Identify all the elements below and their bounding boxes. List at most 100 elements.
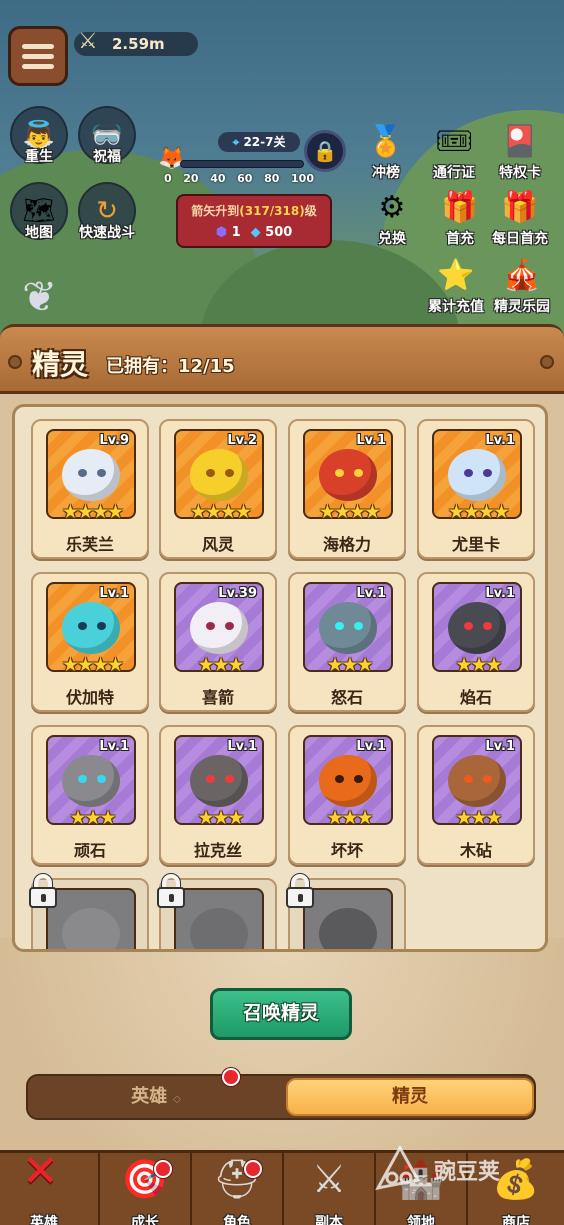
spirit-level: Lv.1	[485, 586, 515, 601]
boss-lock-button[interactable]: 🔒	[304, 130, 346, 172]
first-recharge-label: 首充	[446, 231, 474, 247]
spirit-stars: ★★★	[326, 807, 373, 829]
spirit-card[interactable]: Lv.1 ★★★ 焰石	[417, 572, 535, 712]
spirit-card[interactable]: Lv.1 ★★★★ 伏加特	[31, 572, 149, 712]
spirit-name: 尤里卡	[451, 535, 500, 554]
spirit-eyes	[206, 622, 234, 630]
locked-spirit-card[interactable]	[157, 873, 277, 949]
spirit-card[interactable]: Lv.1 ★★★ 木砧	[417, 725, 535, 865]
ranking-label: 冲榜	[372, 165, 400, 181]
ranking-button[interactable]: 🏅 冲榜	[364, 122, 408, 182]
spirit-park-icon: 🎪	[503, 258, 541, 293]
spirit-card[interactable]: Lv.1 ★★★ 怒石	[288, 572, 406, 712]
spirit-card[interactable]: Lv.1 ★★★ 坏坏	[288, 725, 406, 865]
tab-hero-label: 英雄	[131, 1086, 168, 1107]
spirit-level: Lv.39	[218, 586, 257, 601]
lock-icon: 🔒	[312, 139, 338, 163]
spirit-card[interactable]: Lv.1 ★★★★ 海格力	[288, 419, 406, 559]
winged-emblem-icon: ❦	[22, 272, 58, 321]
spirit-stars: ★★★★	[318, 501, 381, 523]
nav-dungeon[interactable]: ⚔ 副本	[282, 1150, 374, 1225]
locked-spirit-card[interactable]	[286, 873, 406, 949]
spirit-name: 伏加特	[65, 688, 114, 707]
diamond-icon: ◇	[173, 1094, 181, 1105]
spirit-name: 顽石	[73, 841, 106, 860]
notification-dot	[244, 1160, 262, 1178]
blessing-label: 祝福	[93, 149, 121, 165]
nav-growth[interactable]: 🎯 成长	[98, 1150, 190, 1225]
summon-spirit-button[interactable]: 召唤精灵	[210, 988, 352, 1040]
spirit-card[interactable]: Lv.9 ★★★★ 乐芙兰	[31, 419, 149, 559]
tick-label: 100	[291, 172, 314, 185]
spirit-name: 海格力	[322, 535, 371, 554]
spirit-stars: ★★★★	[189, 501, 252, 523]
tick-label: 20	[183, 172, 199, 185]
locked-spirit-card[interactable]	[29, 873, 149, 949]
tick-label: 40	[210, 172, 226, 185]
first-recharge-button[interactable]: 🎁 首充	[438, 188, 482, 248]
crossed-swords-icon: ⚔	[78, 29, 98, 54]
cumulative-recharge-label: 累计充值	[428, 299, 484, 315]
rebirth-label: 重生	[25, 149, 53, 165]
spirit-level: Lv.1	[356, 739, 386, 754]
hero-spirit-toggle: 英雄 ◇ 精灵	[26, 1074, 536, 1120]
main-menu-button[interactable]	[8, 26, 68, 86]
exchange-icon: ⚙	[378, 190, 406, 225]
spirit-name: 怒石	[330, 688, 363, 707]
locked-spirit-portrait	[174, 888, 264, 949]
blue-gem-count: 500	[265, 225, 293, 240]
notification-dot	[154, 1160, 172, 1178]
locked-spirit-silhouette-icon	[319, 908, 377, 949]
arrow-upgrade-panel[interactable]: 箭矢升到(317/318)级 ⬢ 1 ◆ 500	[176, 194, 332, 248]
purple-gem-count: 1	[231, 225, 241, 240]
spirit-stars: ★★★★	[447, 501, 510, 523]
spirit-card[interactable]: Lv.1 ★★★ 拉克丝	[159, 725, 277, 865]
tab-spirit-label: 精灵	[392, 1086, 428, 1107]
padlock-icon	[157, 873, 185, 908]
watermark-logo-icon	[375, 1144, 421, 1191]
spirit-card[interactable]: Lv.1 ★★★ 顽石	[31, 725, 149, 865]
privilege-card-button[interactable]: 🎴 特权卡	[498, 122, 542, 182]
spirit-card[interactable]: Lv.2 ★★★★ 风灵	[159, 419, 277, 559]
spirit-park-button[interactable]: 🎪 精灵乐园	[494, 256, 550, 316]
nail-decoration	[540, 355, 554, 369]
spirit-eyes	[78, 469, 106, 477]
daily-recharge-label: 每日首充	[492, 231, 548, 247]
watermark-text: 豌豆荚	[434, 1160, 501, 1185]
blessing-button[interactable]: 🥽 祝福	[76, 106, 138, 166]
rebirth-button[interactable]: 👼 重生	[8, 106, 70, 166]
spirit-card[interactable]: Lv.1 ★★★★ 尤里卡	[417, 419, 535, 559]
tick-label: 60	[237, 172, 253, 185]
spirit-stars: ★★★★	[61, 654, 124, 676]
target-dummy-icon: 🎯	[121, 1157, 169, 1201]
close-x-icon[interactable]: ✕	[22, 1146, 59, 1197]
daily-recharge-button[interactable]: 🎁 每日首充	[492, 188, 548, 248]
tab-hero[interactable]: 英雄 ◇	[28, 1076, 284, 1118]
nav-character[interactable]: ⛑ 角色	[190, 1150, 282, 1225]
fast-battle-label: 快速战斗	[79, 225, 135, 241]
nav-dungeon-label: 副本	[315, 1215, 343, 1225]
fast-battle-button[interactable]: ↻ 快速战斗	[76, 182, 138, 242]
spirit-eyes	[335, 775, 363, 783]
pass-button[interactable]: 🎟 通行证	[432, 122, 476, 182]
spirit-level: Lv.2	[227, 433, 257, 448]
location-pin-icon: ⌖	[232, 135, 240, 149]
arrow-upgrade-suffix: 级	[304, 204, 317, 218]
spirit-card[interactable]: Lv.39 ★★★ 喜箭	[159, 572, 277, 712]
nav-growth-label: 成长	[131, 1215, 159, 1225]
crossed-swords-icon: ⚔	[311, 1157, 347, 1201]
spirit-stars: ★★★	[69, 807, 116, 829]
cumulative-recharge-button[interactable]: ⭐ 累计充值	[428, 256, 484, 316]
privilege-card-label: 特权卡	[499, 165, 541, 181]
spirit-level: Lv.1	[99, 586, 129, 601]
tab-spirit[interactable]: 精灵	[286, 1078, 534, 1116]
map-button[interactable]: 🗺 地图	[8, 182, 70, 242]
locked-spirit-silhouette-icon	[62, 908, 120, 949]
spirit-stars: ★★★	[197, 807, 244, 829]
owned-count: 已拥有：12/15	[106, 356, 235, 377]
padlock-icon	[29, 873, 57, 908]
spirit-name: 喜箭	[201, 688, 234, 707]
combat-power: ⚔ 2.59m	[74, 29, 198, 56]
exchange-button[interactable]: ⚙ 兑换	[370, 188, 414, 248]
spirit-stars: ★★★	[197, 654, 244, 676]
